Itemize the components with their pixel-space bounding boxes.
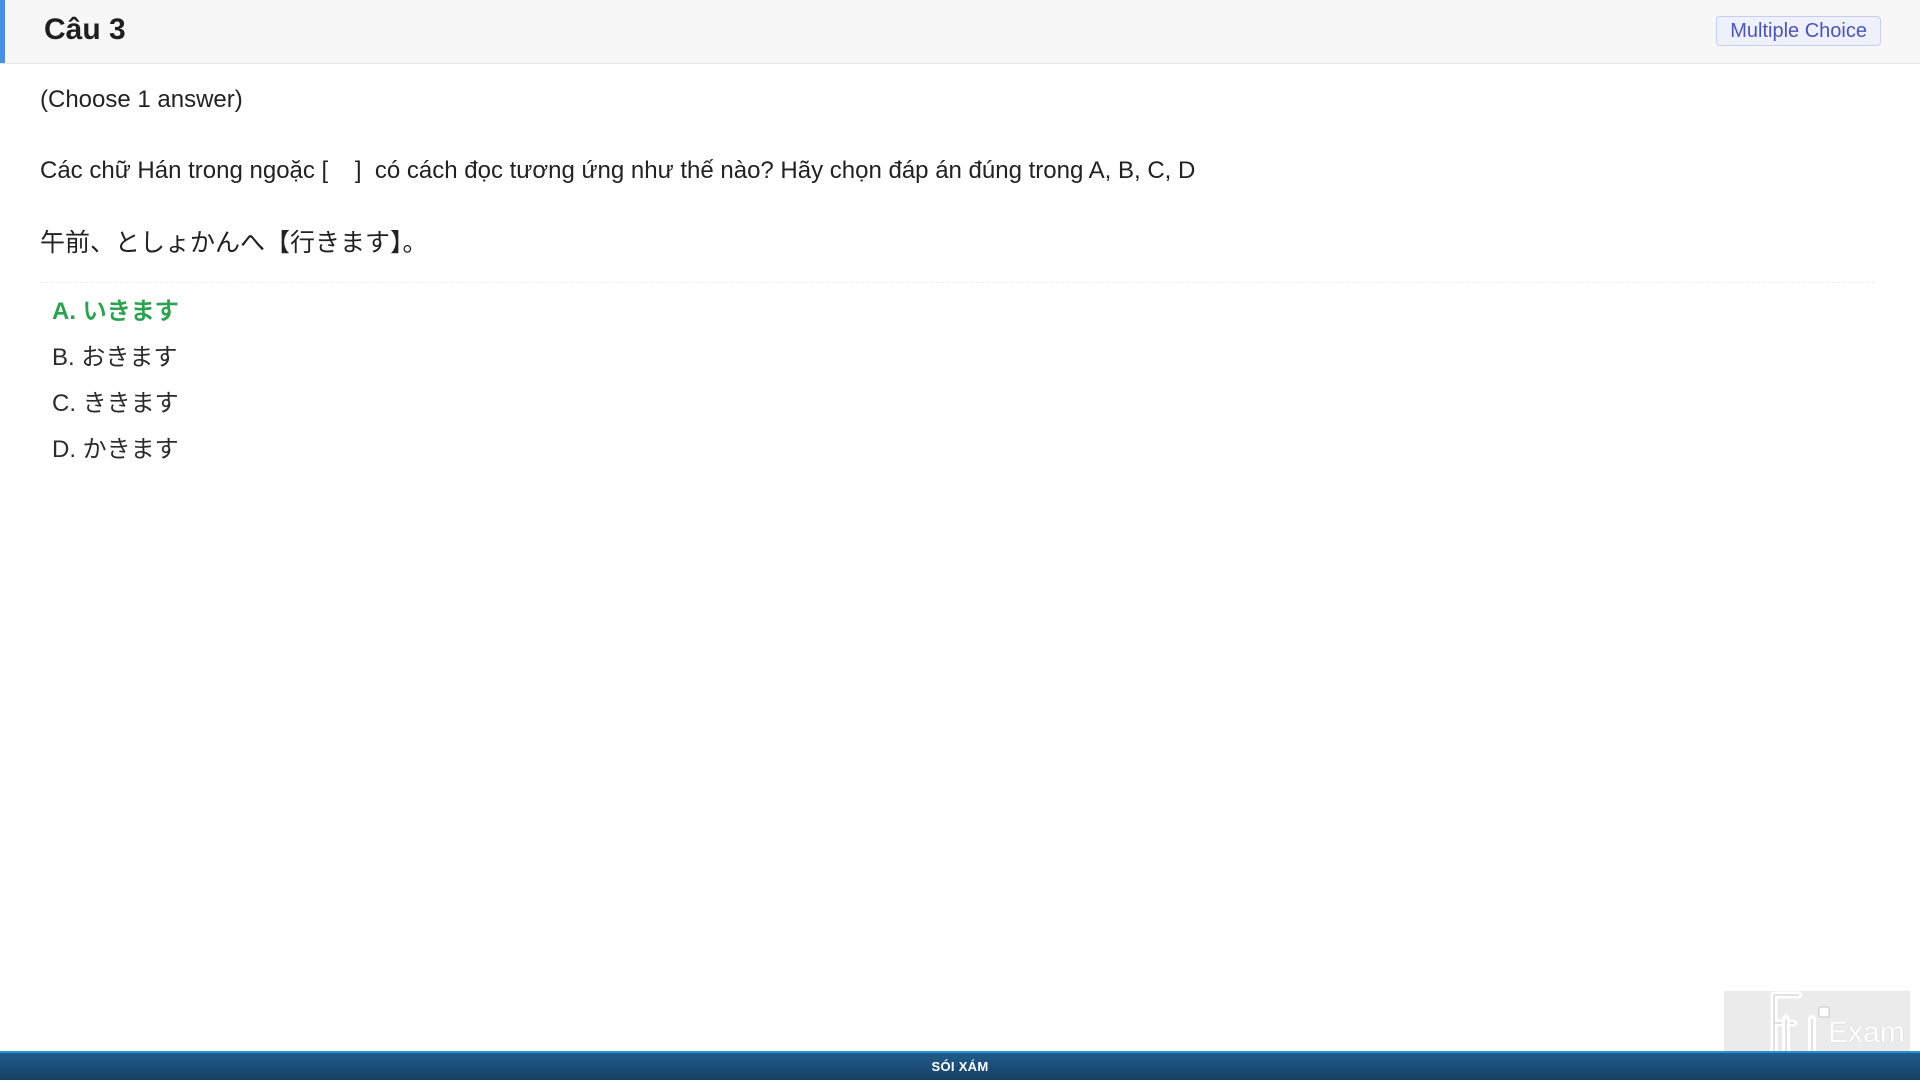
question-sentence: 午前、としょかんへ【行きます】。	[40, 229, 428, 257]
divider	[40, 282, 1875, 283]
header-accent-bar	[0, 0, 5, 63]
option-a[interactable]: A. いきます	[52, 296, 179, 342]
question-header: Câu 3 Multiple Choice	[0, 0, 1920, 64]
answer-options: A. いきます B. おきます C. ききます D. かきます	[52, 296, 179, 480]
option-d[interactable]: D. かきます	[52, 434, 179, 480]
question-prompt: Các chữ Hán trong ngoặc [ ] có cách đọc …	[40, 157, 1196, 184]
watermark-text: Exam	[1828, 1016, 1905, 1049]
footer-bar: SÓI XÁM	[0, 1051, 1920, 1080]
question-title: Câu 3	[44, 13, 126, 46]
question-type-badge: Multiple Choice	[1716, 16, 1881, 46]
answer-instruction: (Choose 1 answer)	[40, 86, 243, 113]
footer-text: SÓI XÁM	[931, 1059, 989, 1074]
option-b[interactable]: B. おきます	[52, 342, 179, 388]
option-c[interactable]: C. ききます	[52, 388, 179, 434]
